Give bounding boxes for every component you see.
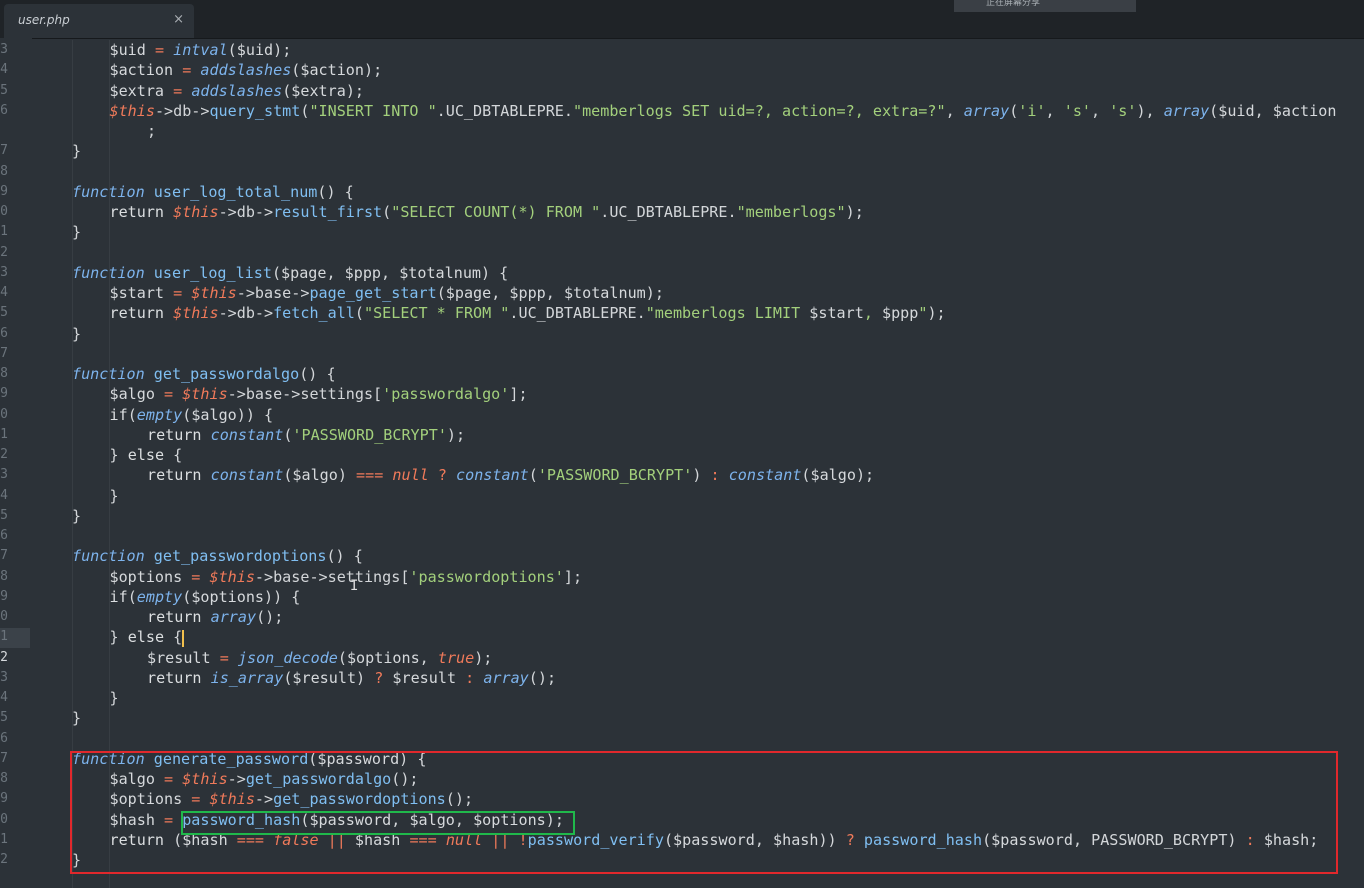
code-line: if(empty($algo)) {	[110, 405, 274, 425]
code-text: $options = $this->base->settings['passwo…	[109, 567, 583, 586]
code-text: return constant($algo) === null ? consta…	[147, 466, 875, 485]
code-text: function get_passwordoptions() {	[72, 547, 363, 566]
code-line: } else {	[110, 445, 183, 465]
code-text: }	[72, 223, 82, 242]
code-line: return $this->db->fetch_all("SELECT * FR…	[110, 303, 946, 323]
code-text: $uid = intval($uid);	[109, 41, 292, 59]
code-line: return $this->db->result_first("SELECT C…	[110, 202, 864, 222]
code-text: if(empty($options)) {	[109, 587, 301, 606]
code-line: $start = $this->base->page_get_start($pa…	[110, 283, 664, 303]
code-text: return constant('PASSWORD_BCRYPT');	[147, 425, 466, 444]
code-text: return is_array($result) ? $result : arr…	[147, 668, 557, 687]
code-line: if(empty($options)) {	[110, 587, 301, 607]
code-line: return constant('PASSWORD_BCRYPT');	[147, 425, 465, 445]
code-line: function user_log_list($page, $ppp, $tot…	[72, 263, 508, 283]
tab-title[interactable]: user.php	[18, 13, 70, 27]
code-line: function user_log_total_num() {	[72, 182, 354, 202]
code-line: }	[72, 708, 81, 728]
code-line: }	[72, 141, 81, 161]
code-line: return is_array($result) ? $result : arr…	[147, 668, 556, 688]
text-cursor-icon: Ι	[350, 578, 359, 594]
code-text: return array();	[147, 608, 284, 626]
close-icon[interactable]: ×	[173, 12, 184, 27]
code-text: $start = $this->base->page_get_start($pa…	[109, 284, 664, 302]
code-text: }	[109, 486, 119, 505]
code-text: function get_passwordalgo() {	[72, 365, 336, 383]
tab-user-php[interactable]: user.php ×	[4, 4, 194, 38]
code-text: } else {	[109, 446, 183, 464]
text-caret	[182, 630, 184, 647]
screen-share-notice-text: 正在屏幕分享	[986, 0, 1041, 8]
code-text: if(empty($algo)) {	[109, 405, 274, 424]
code-text: }	[72, 709, 82, 728]
code-text: $action = addslashes($action);	[109, 61, 383, 80]
code-line: $extra = addslashes($extra);	[110, 81, 365, 101]
screen-share-notice: 正在屏幕分享	[954, 0, 1136, 12]
code-text: }	[72, 506, 82, 525]
code-line: }	[72, 324, 81, 344]
code-line: $action = addslashes($action);	[110, 60, 383, 80]
code-line: }	[72, 506, 81, 526]
code-line: $algo = $this->base->settings['passworda…	[110, 384, 528, 404]
code-text: return $this->db->fetch_all("SELECT * FR…	[109, 304, 946, 323]
code-text: ;	[147, 122, 157, 140]
code-line: ;	[147, 121, 156, 141]
code-text: }	[109, 689, 119, 707]
code-line: $options = $this->base->settings['passwo…	[110, 567, 583, 587]
code-line: }	[110, 486, 119, 506]
code-line: $uid = intval($uid);	[110, 40, 292, 60]
code-line: return array();	[147, 607, 283, 627]
code-line: function get_passwordoptions() {	[72, 546, 363, 566]
code-text: }	[72, 142, 82, 161]
code-line: function get_passwordalgo() {	[72, 364, 336, 384]
code-line: }	[72, 222, 81, 242]
highlight-box-password-hash	[181, 811, 575, 835]
code-text: }	[72, 324, 82, 343]
code-text: $this->db->query_stmt("INSERT INTO ".UC_…	[109, 101, 1337, 120]
code-text: function user_log_total_num() {	[72, 182, 354, 201]
code-line: } else {	[110, 627, 183, 647]
code-text: $result = json_decode($options, true);	[147, 648, 493, 667]
code-text: } else {	[109, 628, 183, 647]
code-text: $extra = addslashes($extra);	[109, 81, 365, 100]
code-line: }	[110, 688, 119, 708]
code-line: $this->db->query_stmt("INSERT INTO ".UC_…	[110, 101, 1337, 121]
tab-bar: user.php × 正在屏幕分享	[0, 0, 1364, 39]
code-text: function user_log_list($page, $ppp, $tot…	[72, 263, 509, 282]
code-text: return $this->db->result_first("SELECT C…	[109, 203, 864, 221]
code-line: $result = json_decode($options, true);	[147, 648, 492, 668]
code-text: $algo = $this->base->settings['passworda…	[109, 385, 528, 404]
code-line: return constant($algo) === null ? consta…	[147, 465, 874, 485]
